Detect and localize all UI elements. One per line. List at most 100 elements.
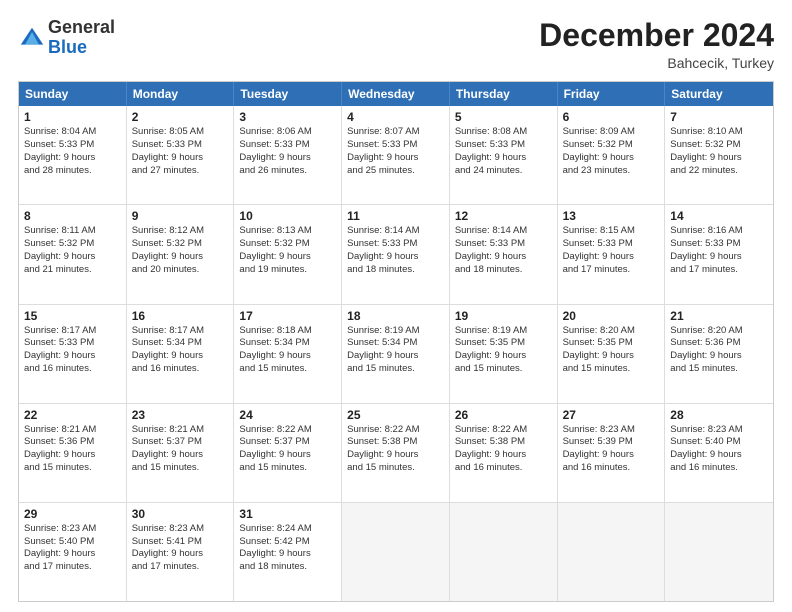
cell-line-1: Sunset: 5:38 PM: [347, 436, 444, 449]
day-cell-30: 30Sunrise: 8:23 AMSunset: 5:41 PMDayligh…: [127, 503, 235, 601]
cell-line-1: Sunset: 5:32 PM: [132, 238, 229, 251]
day-number: 9: [132, 209, 229, 223]
header-day-wednesday: Wednesday: [342, 82, 450, 106]
cell-line-3: and 28 minutes.: [24, 165, 121, 178]
cell-line-1: Sunset: 5:32 PM: [670, 139, 768, 152]
cell-line-3: and 20 minutes.: [132, 264, 229, 277]
cell-line-2: Daylight: 9 hours: [563, 251, 660, 264]
cell-line-3: and 16 minutes.: [563, 462, 660, 475]
cell-line-3: and 25 minutes.: [347, 165, 444, 178]
calendar-row-1: 1Sunrise: 8:04 AMSunset: 5:33 PMDaylight…: [19, 106, 773, 204]
calendar-row-2: 8Sunrise: 8:11 AMSunset: 5:32 PMDaylight…: [19, 204, 773, 303]
header: General Blue December 2024 Bahcecik, Tur…: [18, 18, 774, 71]
day-cell-23: 23Sunrise: 8:21 AMSunset: 5:37 PMDayligh…: [127, 404, 235, 502]
day-cell-25: 25Sunrise: 8:22 AMSunset: 5:38 PMDayligh…: [342, 404, 450, 502]
empty-cell: [665, 503, 773, 601]
cell-line-0: Sunrise: 8:23 AM: [132, 523, 229, 536]
cell-line-0: Sunrise: 8:13 AM: [239, 225, 336, 238]
logo-icon: [18, 25, 46, 53]
day-number: 11: [347, 209, 444, 223]
day-number: 5: [455, 110, 552, 124]
cell-line-2: Daylight: 9 hours: [132, 152, 229, 165]
cell-line-0: Sunrise: 8:19 AM: [455, 325, 552, 338]
cell-line-0: Sunrise: 8:05 AM: [132, 126, 229, 139]
cell-line-2: Daylight: 9 hours: [455, 152, 552, 165]
cell-line-0: Sunrise: 8:08 AM: [455, 126, 552, 139]
cell-line-3: and 15 minutes.: [132, 462, 229, 475]
cell-line-1: Sunset: 5:40 PM: [24, 536, 121, 549]
cell-line-3: and 18 minutes.: [347, 264, 444, 277]
day-cell-13: 13 Sunrise: 8:15 AMSunset: 5:33 PMDayligh…: [558, 205, 666, 303]
cell-line-3: and 18 minutes.: [239, 561, 336, 574]
cell-line-1: Sunset: 5:33 PM: [563, 238, 660, 251]
day-number: 10: [239, 209, 336, 223]
cell-line-3: and 19 minutes.: [239, 264, 336, 277]
cell-line-1: Sunset: 5:33 PM: [24, 337, 121, 350]
cell-line-2: Daylight: 9 hours: [239, 350, 336, 363]
calendar-row-3: 15Sunrise: 8:17 AMSunset: 5:33 PMDayligh…: [19, 304, 773, 403]
cell-line-3: and 16 minutes.: [455, 462, 552, 475]
cell-line-0: Sunrise: 8:21 AM: [132, 424, 229, 437]
day-number: 14: [670, 209, 768, 223]
logo: General Blue: [18, 18, 115, 58]
cell-line-3: and 15 minutes.: [563, 363, 660, 376]
cell-line-2: Daylight: 9 hours: [563, 449, 660, 462]
cell-line-2: Daylight: 9 hours: [24, 449, 121, 462]
calendar-body: 1Sunrise: 8:04 AMSunset: 5:33 PMDaylight…: [19, 106, 773, 601]
day-cell-2: 2 Sunrise: 8:05 AMSunset: 5:33 PMDaylight…: [127, 106, 235, 204]
day-number: 24: [239, 408, 336, 422]
cell-line-2: Daylight: 9 hours: [239, 251, 336, 264]
header-day-thursday: Thursday: [450, 82, 558, 106]
cell-line-2: Daylight: 9 hours: [24, 251, 121, 264]
cell-line-0: Sunrise: 8:15 AM: [563, 225, 660, 238]
cell-line-1: Sunset: 5:35 PM: [563, 337, 660, 350]
cell-line-1: Sunset: 5:42 PM: [239, 536, 336, 549]
cell-line-1: Sunset: 5:33 PM: [455, 238, 552, 251]
cell-line-3: and 16 minutes.: [670, 462, 768, 475]
cell-line-1: Sunset: 5:39 PM: [563, 436, 660, 449]
cell-line-2: Daylight: 9 hours: [24, 548, 121, 561]
day-cell-28: 28Sunrise: 8:23 AMSunset: 5:40 PMDayligh…: [665, 404, 773, 502]
day-number: 17: [239, 309, 336, 323]
cell-line-0: Sunrise: 8:21 AM: [24, 424, 121, 437]
header-day-friday: Friday: [558, 82, 666, 106]
day-number: 23: [132, 408, 229, 422]
day-cell-31: 31Sunrise: 8:24 AMSunset: 5:42 PMDayligh…: [234, 503, 342, 601]
day-number: 2: [132, 110, 229, 124]
page: General Blue December 2024 Bahcecik, Tur…: [0, 0, 792, 612]
cell-line-1: Sunset: 5:33 PM: [670, 238, 768, 251]
location: Bahcecik, Turkey: [539, 55, 774, 71]
day-number: 13: [563, 209, 660, 223]
cell-line-3: and 15 minutes.: [239, 462, 336, 475]
cell-line-3: and 15 minutes.: [455, 363, 552, 376]
day-number: 3: [239, 110, 336, 124]
cell-line-1: Sunset: 5:32 PM: [24, 238, 121, 251]
cell-line-2: Daylight: 9 hours: [132, 350, 229, 363]
cell-line-2: Daylight: 9 hours: [347, 152, 444, 165]
cell-line-1: Sunset: 5:33 PM: [132, 139, 229, 152]
day-cell-11: 11Sunrise: 8:14 AMSunset: 5:33 PMDayligh…: [342, 205, 450, 303]
cell-line-1: Sunset: 5:37 PM: [132, 436, 229, 449]
cell-line-1: Sunset: 5:34 PM: [239, 337, 336, 350]
day-cell-5: 5Sunrise: 8:08 AMSunset: 5:33 PMDaylight…: [450, 106, 558, 204]
cell-line-1: Sunset: 5:33 PM: [347, 139, 444, 152]
cell-line-3: and 27 minutes.: [132, 165, 229, 178]
cell-line-1: Sunset: 5:35 PM: [455, 337, 552, 350]
cell-line-1: Sunset: 5:41 PM: [132, 536, 229, 549]
cell-line-0: Sunrise: 8:22 AM: [239, 424, 336, 437]
cell-line-2: Daylight: 9 hours: [455, 449, 552, 462]
logo-text: General Blue: [48, 18, 115, 58]
day-cell-15: 15Sunrise: 8:17 AMSunset: 5:33 PMDayligh…: [19, 305, 127, 403]
cell-line-3: and 16 minutes.: [24, 363, 121, 376]
day-number: 26: [455, 408, 552, 422]
day-cell-3: 3Sunrise: 8:06 AMSunset: 5:33 PMDaylight…: [234, 106, 342, 204]
cell-line-1: Sunset: 5:33 PM: [347, 238, 444, 251]
cell-line-0: Sunrise: 8:04 AM: [24, 126, 121, 139]
day-cell-18: 18Sunrise: 8:19 AMSunset: 5:34 PMDayligh…: [342, 305, 450, 403]
cell-line-2: Daylight: 9 hours: [132, 548, 229, 561]
day-number: 18: [347, 309, 444, 323]
cell-line-0: Sunrise: 8:07 AM: [347, 126, 444, 139]
day-cell-22: 22Sunrise: 8:21 AMSunset: 5:36 PMDayligh…: [19, 404, 127, 502]
cell-line-0: Sunrise: 8:23 AM: [24, 523, 121, 536]
cell-line-0: Sunrise: 8:12 AM: [132, 225, 229, 238]
